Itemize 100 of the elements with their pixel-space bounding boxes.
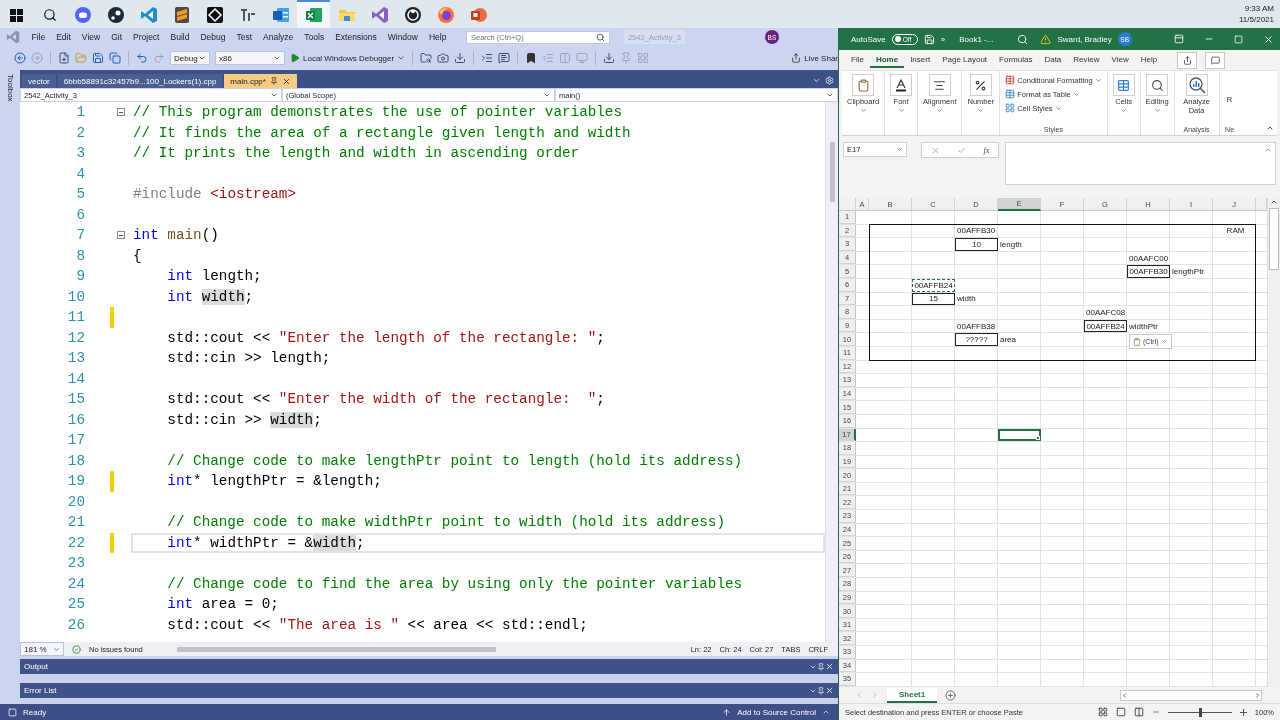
start-debugging-button[interactable]: Local Windows Debugger bbox=[290, 53, 406, 63]
scrollbar-thumb[interactable] bbox=[177, 646, 497, 652]
collapse-icon[interactable] bbox=[117, 108, 125, 117]
menu-item[interactable]: Window bbox=[382, 32, 424, 42]
app-logo-icon bbox=[139, 6, 158, 24]
menu-item[interactable]: Test bbox=[230, 32, 258, 42]
document-tab[interactable]: vector bbox=[22, 74, 56, 88]
bordered-cell[interactable]: 10 bbox=[955, 238, 998, 251]
download-icon[interactable] bbox=[603, 52, 616, 64]
sheet-tab[interactable]: Sheet1 bbox=[887, 687, 938, 703]
insert-function-button[interactable]: fx bbox=[983, 145, 990, 155]
comment-icon[interactable] bbox=[498, 52, 511, 64]
document-tab[interactable]: main.cpp* bbox=[224, 74, 297, 88]
caret-icon bbox=[198, 54, 206, 62]
scrollbar-thumb[interactable] bbox=[1269, 208, 1279, 270]
pin-icon[interactable] bbox=[817, 686, 825, 695]
ribbon-display-icon[interactable] bbox=[1174, 34, 1184, 44]
normal-view-icon[interactable] bbox=[1097, 707, 1108, 717]
settings-icon[interactable] bbox=[825, 76, 834, 85]
ribbon-tab[interactable]: Help bbox=[1134, 52, 1164, 68]
line-number: 5 bbox=[75, 186, 85, 203]
share-button[interactable] bbox=[1177, 51, 1198, 69]
app-logo-icon bbox=[271, 6, 290, 24]
bordered-cell[interactable]: 00AFFB30 bbox=[1127, 265, 1170, 278]
close-icon[interactable] bbox=[281, 76, 291, 86]
selected-cell[interactable] bbox=[998, 428, 1041, 442]
toolbox-tab[interactable]: Toolbox bbox=[5, 74, 15, 102]
save-icon[interactable] bbox=[92, 52, 104, 64]
caret-icon[interactable] bbox=[822, 708, 830, 716]
caret-icon bbox=[896, 146, 903, 153]
source-control-button[interactable]: Add to Source Control bbox=[737, 707, 816, 717]
new-file-icon[interactable] bbox=[58, 52, 70, 64]
formula-input[interactable] bbox=[1005, 142, 1276, 185]
more-commands-button[interactable]: » bbox=[940, 34, 946, 44]
bookmark-icon[interactable] bbox=[525, 52, 538, 64]
search-icon bbox=[1150, 78, 1164, 92]
add-sheet-icon[interactable] bbox=[945, 689, 957, 701]
platform-dropdown[interactable]: x86 bbox=[215, 51, 285, 65]
bordered-cell[interactable]: ????? bbox=[955, 333, 998, 346]
ribbon-tab[interactable]: Formulas bbox=[993, 52, 1039, 68]
menu-item[interactable]: Project bbox=[127, 32, 165, 42]
user-name[interactable]: Sward, Bradley bbox=[1057, 34, 1112, 44]
line-number: 6 bbox=[75, 206, 85, 223]
horizontal-scrollbar[interactable] bbox=[1120, 689, 1262, 701]
download-icon[interactable] bbox=[454, 52, 467, 64]
camera-icon[interactable] bbox=[437, 52, 450, 64]
ribbon-tab[interactable]: Review bbox=[1067, 52, 1106, 68]
pin-icon[interactable] bbox=[269, 77, 278, 85]
check-icon[interactable] bbox=[957, 145, 967, 155]
menu-item[interactable]: Edit bbox=[50, 32, 77, 42]
magnifier-chart-icon bbox=[1187, 76, 1206, 94]
menu-item[interactable]: View bbox=[76, 32, 106, 42]
panel-header[interactable]: Output bbox=[20, 659, 838, 674]
close-icon[interactable] bbox=[825, 662, 834, 671]
document-title[interactable]: Book1 -... bbox=[959, 34, 994, 44]
menu-item[interactable]: Extensions bbox=[329, 32, 383, 42]
ribbon-tab[interactable]: File bbox=[845, 52, 870, 68]
menu-item[interactable]: Tools bbox=[298, 32, 330, 42]
scrollbar-thumb[interactable] bbox=[829, 142, 835, 202]
panel-header[interactable]: Error List bbox=[20, 683, 838, 698]
ribbon-tab[interactable]: Data bbox=[1038, 52, 1068, 68]
ribbon-tab[interactable]: Insert bbox=[904, 52, 937, 68]
menu-item[interactable]: Help bbox=[423, 32, 452, 42]
zoom-in-icon[interactable] bbox=[1239, 708, 1247, 716]
close-icon[interactable] bbox=[1263, 33, 1274, 45]
comments-button[interactable] bbox=[1205, 51, 1226, 69]
search-icon[interactable] bbox=[1017, 33, 1029, 45]
undo-icon[interactable] bbox=[136, 52, 148, 64]
code-line: std::cout << "The area is " << area << std::endl; bbox=[166, 616, 588, 633]
cell-text: 00AFFB38 bbox=[956, 321, 996, 331]
menu-item[interactable]: File bbox=[26, 32, 51, 42]
document-tab[interactable]: 6bbb58891c32457b9...100_Lockers(1).cpp bbox=[57, 74, 223, 88]
configuration-dropdown[interactable]: Debug bbox=[170, 51, 210, 65]
vertical-scrollbar[interactable] bbox=[825, 102, 838, 642]
clock-time: 9:33 AM bbox=[1244, 3, 1274, 14]
zoom-thumb[interactable] bbox=[1198, 707, 1202, 717]
back-icon[interactable] bbox=[14, 52, 26, 64]
bordered-cell[interactable]: 15 bbox=[912, 292, 955, 306]
close-icon[interactable] bbox=[825, 686, 834, 695]
collapse-icon[interactable] bbox=[117, 231, 125, 240]
bordered-cell[interactable]: 00AFFB24 bbox=[1084, 319, 1127, 333]
align-lines-icon bbox=[933, 78, 947, 92]
pin-icon[interactable] bbox=[817, 662, 825, 671]
indent-icon[interactable] bbox=[481, 52, 494, 64]
live-share-button[interactable]: Live Shar bbox=[791, 53, 838, 63]
save-all-icon[interactable] bbox=[109, 52, 121, 64]
menu-item[interactable]: Build bbox=[165, 32, 195, 42]
maximize-icon[interactable] bbox=[1234, 34, 1243, 44]
ribbon-tab[interactable]: Page Layout bbox=[936, 52, 994, 68]
collapse-ribbon-icon[interactable] bbox=[1266, 124, 1274, 132]
folder-search-icon[interactable] bbox=[420, 52, 433, 64]
menu-item[interactable]: Analyze bbox=[257, 32, 299, 42]
menu-item[interactable]: Git bbox=[105, 32, 128, 42]
ribbon-tab[interactable]: Home bbox=[869, 52, 905, 68]
ribbon-tab[interactable]: View bbox=[1105, 52, 1135, 68]
menu-item[interactable]: Debug bbox=[194, 32, 231, 42]
page-layout-icon[interactable] bbox=[1115, 707, 1126, 717]
zoom-dropdown[interactable]: 181 % bbox=[20, 642, 64, 656]
page-break-icon[interactable] bbox=[1133, 707, 1144, 717]
copied-cell[interactable]: 00AFFB24 bbox=[912, 278, 955, 292]
